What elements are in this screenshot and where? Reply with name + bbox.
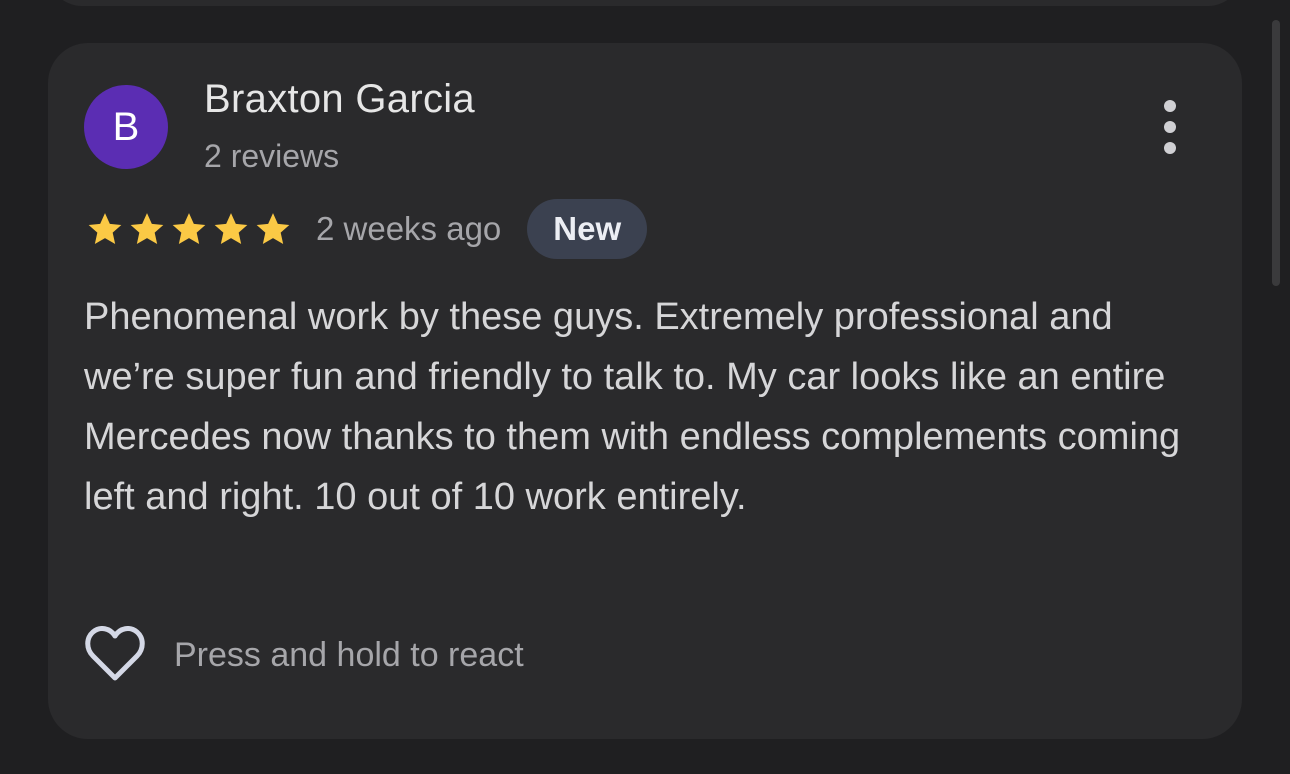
scrollbar[interactable]: [1272, 20, 1280, 286]
avatar[interactable]: B: [84, 85, 168, 169]
rating-row: 2 weeks ago New: [84, 199, 648, 259]
star-filled-icon: [88, 213, 122, 244]
star-rating: [84, 209, 294, 249]
star-filled-icon: [214, 213, 248, 244]
previous-review-card: [48, 0, 1242, 6]
star-filled-icon: [130, 213, 164, 244]
star-filled-icon: [172, 213, 206, 244]
review-date: 2 weeks ago: [316, 210, 502, 247]
react-button[interactable]: Press and hold to react: [84, 623, 524, 687]
more-vertical-icon: [1164, 100, 1176, 112]
more-vertical-icon-dot: [1164, 142, 1176, 154]
review-card: B Braxton Garcia 2 reviews 2 weeks ago N…: [48, 43, 1242, 739]
more-vertical-icon-dot: [1164, 121, 1176, 133]
more-options-button[interactable]: [1148, 97, 1192, 157]
author-name[interactable]: Braxton Garcia: [204, 77, 475, 122]
heart-outline-icon[interactable]: [84, 626, 146, 684]
star-filled-icon: [256, 213, 290, 244]
new-badge: New: [527, 199, 648, 259]
review-text: Phenomenal work by these guys. Extremely…: [84, 296, 1181, 518]
author-review-count: 2 reviews: [204, 138, 340, 174]
react-hint-label: Press and hold to react: [174, 635, 524, 674]
